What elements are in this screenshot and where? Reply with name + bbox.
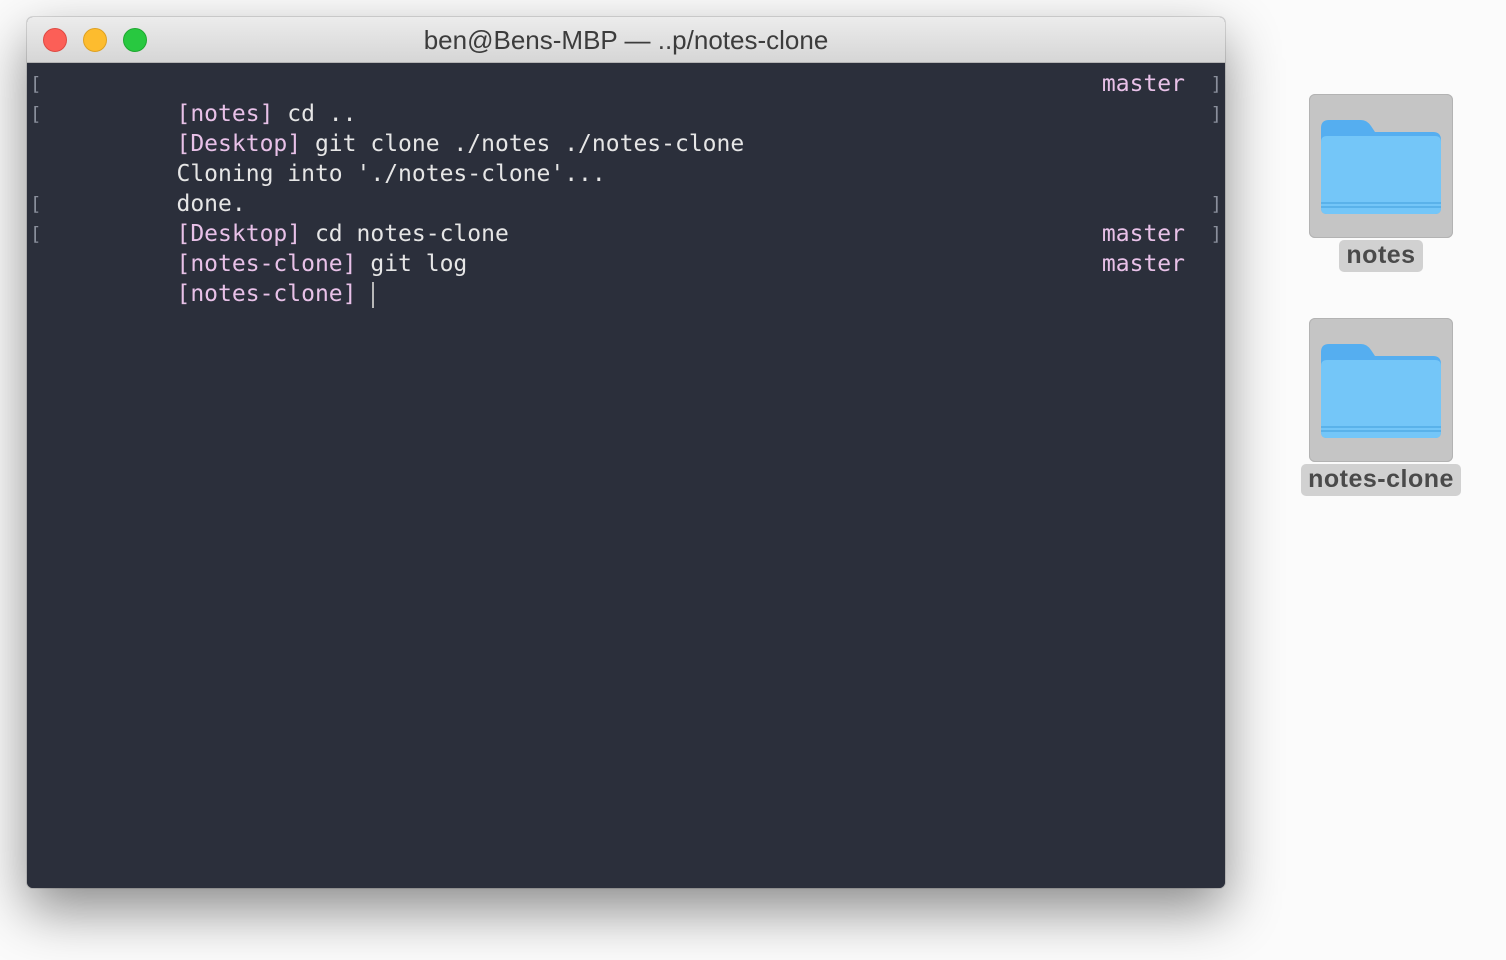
terminal-content[interactable]: [ [notes] cd .. master ] [ [Desktop] git…: [27, 63, 1225, 888]
git-branch: master: [1101, 251, 1185, 277]
line-mark-close: ]: [1210, 193, 1222, 215]
git-branch: master: [1101, 71, 1185, 97]
window-title: ben@Bens-MBP — ..p/notes-clone: [423, 25, 829, 55]
folder-label: notes-clone: [1301, 464, 1461, 496]
line-mark-close: ]: [1210, 73, 1222, 95]
terminal-line: Cloning into './notes-clone'...: [27, 129, 1225, 187]
desktop-folder-notes-clone[interactable]: notes-clone: [1296, 318, 1466, 503]
text-cursor: [372, 281, 375, 308]
git-branch: master: [1101, 221, 1185, 247]
terminal-line: [ [Desktop] cd notes-clone ]: [27, 189, 1225, 247]
line-mark-close: ]: [1210, 223, 1222, 245]
terminal-window: ben@Bens-MBP — ..p/notes-clone [ [notes]…: [27, 17, 1225, 888]
terminal-line-active[interactable]: [notes-clone] master: [27, 249, 1225, 308]
folder-selection: [1309, 318, 1453, 462]
folder-label: notes: [1339, 240, 1423, 272]
terminal-line: [ [notes-clone] git log master ]: [27, 219, 1225, 277]
folder-icon: [1321, 344, 1441, 438]
terminal-line: [ [Desktop] git clone ./notes ./notes-cl…: [27, 99, 1225, 157]
line-mark-close: ]: [1210, 103, 1222, 125]
prompt: [notes-clone]: [176, 281, 357, 307]
folder-icon: [1321, 120, 1441, 214]
desktop: ben@Bens-MBP — ..p/notes-clone [ [notes]…: [0, 0, 1506, 960]
desktop-folder-notes[interactable]: notes: [1296, 94, 1466, 279]
command-input[interactable]: [357, 281, 371, 307]
title-bar[interactable]: ben@Bens-MBP — ..p/notes-clone: [27, 17, 1225, 63]
folder-selection: [1309, 94, 1453, 238]
terminal-line: done.: [27, 159, 1225, 217]
terminal-line: [ [notes] cd .. master ]: [27, 69, 1225, 127]
